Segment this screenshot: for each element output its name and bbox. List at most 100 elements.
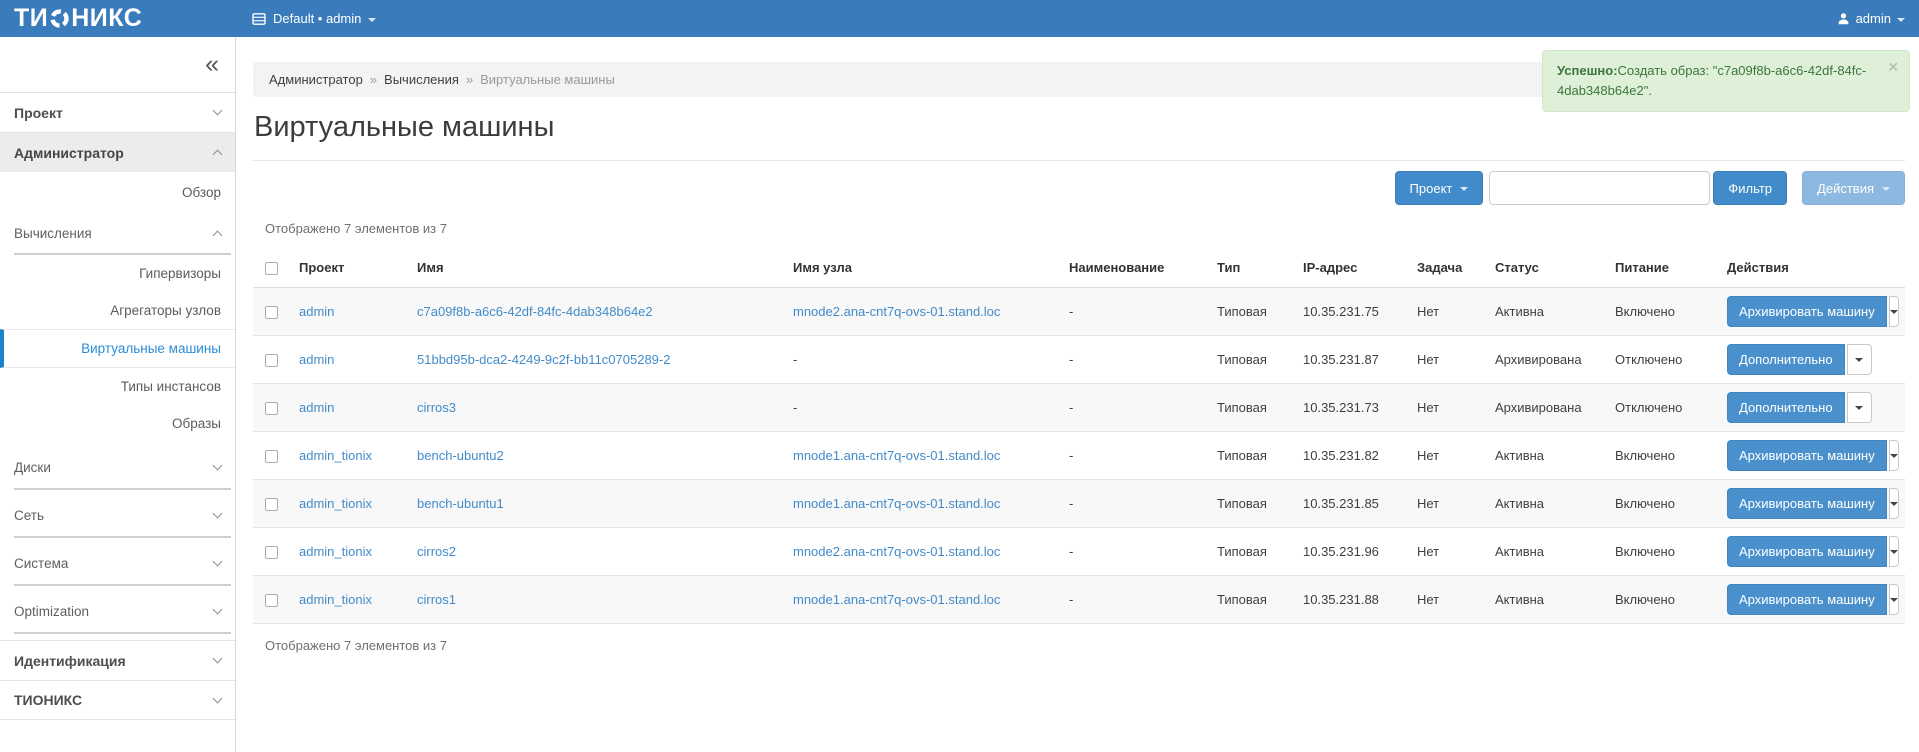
column-host[interactable]: Имя узла <box>785 248 1061 288</box>
column-name[interactable]: Имя <box>409 248 785 288</box>
ip-address-cell: 10.35.231.73 <box>1295 384 1409 432</box>
host-link[interactable]: mnode1.ana-cnt7q-ovs-01.stand.loc <box>793 496 1000 511</box>
row-actions-dropdown-toggle[interactable] <box>1889 584 1899 615</box>
row-checkbox[interactable] <box>265 354 278 367</box>
vm-name-link[interactable]: c7a09f8b-a6c6-42df-84fc-4dab348b64e2 <box>417 304 653 319</box>
column-power[interactable]: Питание <box>1607 248 1719 288</box>
row-checkbox[interactable] <box>265 402 278 415</box>
sidebar-group-system-header[interactable]: Система <box>14 538 231 586</box>
chevron-up-icon <box>213 150 223 160</box>
sidebar-item-tionix[interactable]: ТИОНИКС <box>0 680 235 720</box>
brand-logo[interactable]: ТИНИКС <box>14 0 142 37</box>
search-input[interactable] <box>1489 171 1710 205</box>
column-display-name[interactable]: Наименование <box>1061 248 1209 288</box>
sidebar-group-optimization-header[interactable]: Optimization <box>14 586 231 634</box>
project-filter-button[interactable]: Проект <box>1395 171 1484 205</box>
sidebar-group-compute-header[interactable]: Вычисления <box>14 214 231 255</box>
row-checkbox[interactable] <box>265 306 278 319</box>
project-link-cell: admin_tionix <box>291 528 409 576</box>
row-primary-action-button[interactable]: Архивировать машину <box>1727 296 1887 327</box>
vm-name-link[interactable]: cirros3 <box>417 400 456 415</box>
column-actions: Действия <box>1719 248 1905 288</box>
sidebar-item-project[interactable]: Проект <box>0 92 235 132</box>
project-link[interactable]: admin <box>299 304 334 319</box>
row-select-cell <box>253 336 291 384</box>
host-link[interactable]: mnode1.ana-cnt7q-ovs-01.stand.loc <box>793 592 1000 607</box>
host-link[interactable]: mnode2.ana-cnt7q-ovs-01.stand.loc <box>793 544 1000 559</box>
user-menu[interactable]: admin <box>1837 0 1905 37</box>
host-link[interactable]: mnode2.ana-cnt7q-ovs-01.stand.loc <box>793 304 1000 319</box>
column-task[interactable]: Задача <box>1409 248 1487 288</box>
row-checkbox[interactable] <box>265 594 278 607</box>
sidebar-item-label: ТИОНИКС <box>14 692 82 708</box>
sidebar-item-hypervisors[interactable]: Гипервизоры <box>0 255 235 292</box>
vm-name-link[interactable]: cirros2 <box>417 544 456 559</box>
filter-button[interactable]: Фильтр <box>1713 171 1787 205</box>
sidebar-group-volumes-header[interactable]: Диски <box>14 442 231 490</box>
project-link[interactable]: admin <box>299 400 334 415</box>
vm-type-cell: Типовая <box>1209 528 1295 576</box>
row-actions-cell: Архивировать машину <box>1719 480 1905 528</box>
table-row: admincirros3--Типовая10.35.231.73НетАрхи… <box>253 384 1905 432</box>
host-link[interactable]: mnode1.ana-cnt7q-ovs-01.stand.loc <box>793 448 1000 463</box>
status-cell: Активна <box>1487 528 1607 576</box>
row-actions-dropdown-toggle[interactable] <box>1889 536 1899 567</box>
row-primary-action-button[interactable]: Дополнительно <box>1727 392 1845 423</box>
sidebar-group-network-header[interactable]: Сеть <box>14 490 231 538</box>
column-project[interactable]: Проект <box>291 248 409 288</box>
row-primary-action-button[interactable]: Архивировать машину <box>1727 488 1887 519</box>
row-checkbox[interactable] <box>265 546 278 559</box>
sidebar-item-overview[interactable]: Обзор <box>0 172 235 214</box>
vm-name-link[interactable]: cirros1 <box>417 592 456 607</box>
chevron-down-icon <box>1890 550 1898 554</box>
project-link[interactable]: admin_tionix <box>299 496 372 511</box>
vm-name-link[interactable]: 51bbd95b-dca2-4249-9c2f-bb11c0705289-2 <box>417 352 670 367</box>
breadcrumb-administrator[interactable]: Администратор <box>269 72 363 87</box>
row-primary-action-button[interactable]: Архивировать машину <box>1727 440 1887 471</box>
display-name-cell: - <box>1061 480 1209 528</box>
row-actions-dropdown-toggle[interactable] <box>1889 296 1899 327</box>
sidebar-item-virtual-machines[interactable]: Виртуальные машины <box>0 329 235 368</box>
column-ip[interactable]: IP-адрес <box>1295 248 1409 288</box>
close-icon[interactable]: ✕ <box>1887 57 1899 79</box>
project-link[interactable]: admin_tionix <box>299 592 372 607</box>
select-all-checkbox[interactable] <box>265 262 278 275</box>
row-primary-action-button[interactable]: Дополнительно <box>1727 344 1845 375</box>
context-switcher[interactable]: Default • admin <box>252 0 376 37</box>
vm-name-link[interactable]: bench-ubuntu1 <box>417 496 504 511</box>
sidebar-item-identity[interactable]: Идентификация <box>0 640 235 680</box>
row-primary-action-button[interactable]: Архивировать машину <box>1727 584 1887 615</box>
sidebar-collapse-button[interactable]: « <box>0 37 235 92</box>
sidebar-item-flavors[interactable]: Типы инстансов <box>0 368 235 405</box>
row-actions-dropdown-toggle[interactable] <box>1847 392 1872 423</box>
host-link-cell: mnode2.ana-cnt7q-ovs-01.stand.loc <box>785 288 1061 336</box>
row-primary-action-button[interactable]: Архивировать машину <box>1727 536 1887 567</box>
sidebar-group-system: Система <box>0 538 235 586</box>
project-link-cell: admin_tionix <box>291 480 409 528</box>
sidebar-group-network: Сеть <box>0 490 235 538</box>
row-checkbox[interactable] <box>265 450 278 463</box>
row-actions-dropdown-toggle[interactable] <box>1847 344 1872 375</box>
column-type[interactable]: Тип <box>1209 248 1295 288</box>
project-link[interactable]: admin_tionix <box>299 448 372 463</box>
row-actions-dropdown-toggle[interactable] <box>1889 440 1899 471</box>
vm-name-link[interactable]: bench-ubuntu2 <box>417 448 504 463</box>
row-actions-cell: Архивировать машину <box>1719 528 1905 576</box>
vm-name-link-cell: 51bbd95b-dca2-4249-9c2f-bb11c0705289-2 <box>409 336 785 384</box>
items-count-top: Отображено 7 элементов из 7 <box>265 221 1905 236</box>
sidebar-item-administrator[interactable]: Администратор <box>0 132 235 172</box>
actions-dropdown-button[interactable]: Действия <box>1802 171 1905 205</box>
project-link[interactable]: admin <box>299 352 334 367</box>
breadcrumb-compute[interactable]: Вычисления <box>384 72 459 87</box>
column-status[interactable]: Статус <box>1487 248 1607 288</box>
project-link[interactable]: admin_tionix <box>299 544 372 559</box>
host-link-cell: mnode1.ana-cnt7q-ovs-01.stand.loc <box>785 432 1061 480</box>
chevron-down-icon <box>1890 310 1898 314</box>
sidebar-item-host-aggregates[interactable]: Агрегаторы узлов <box>0 292 235 329</box>
sidebar-item-images[interactable]: Образы <box>0 405 235 442</box>
vm-type-cell: Типовая <box>1209 480 1295 528</box>
table-toolbar: Проект Фильтр Действия <box>253 171 1905 205</box>
row-actions-dropdown-toggle[interactable] <box>1889 488 1899 519</box>
top-navbar: ТИНИКС Default • admin admin <box>0 0 1919 37</box>
row-checkbox[interactable] <box>265 498 278 511</box>
